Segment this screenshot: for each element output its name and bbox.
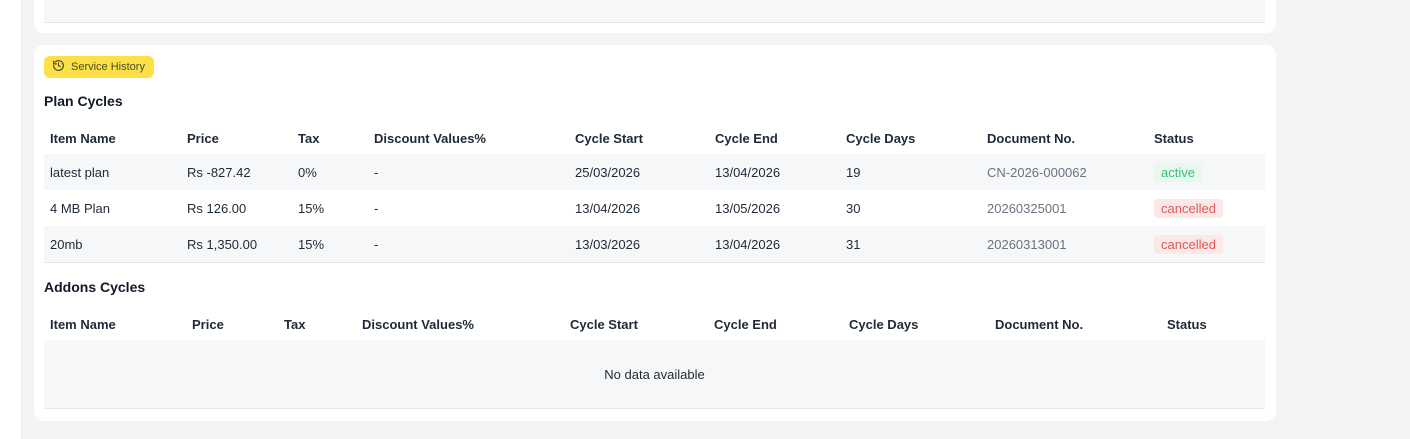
status-badge: active [1154,162,1202,182]
col-discount[interactable]: Discount Values% [368,123,569,154]
col-discount[interactable]: Discount Values% [356,309,564,340]
col-price[interactable]: Price [181,123,292,154]
no-data-message: No data available [44,340,1265,409]
cycle-start: 25/03/2026 [569,154,709,190]
table-row[interactable]: latest plan Rs -827.42 0% - 25/03/2026 1… [44,154,1265,190]
col-document-no[interactable]: Document No. [989,309,1161,340]
col-status[interactable]: Status [1148,123,1265,154]
col-tax[interactable]: Tax [278,309,356,340]
cycle-start: 13/03/2026 [569,226,709,263]
cycle-end: 13/04/2026 [709,226,840,263]
cycle-days: 19 [840,154,981,190]
history-icon [52,59,65,75]
document-no: CN-2026-000062 [981,154,1148,190]
col-document-no[interactable]: Document No. [981,123,1148,154]
item-name: 20mb [44,226,181,263]
status-badge: cancelled [1154,234,1223,254]
addons-cycles-header-row: Item Name Price Tax Discount Values% Cyc… [44,309,1265,340]
col-cycle-days[interactable]: Cycle Days [843,309,989,340]
document-no: 20260325001 [987,200,1067,216]
col-tax[interactable]: Tax [292,123,368,154]
cycle-days: 30 [846,200,861,216]
service-history-badge-label: Service History [71,61,145,73]
col-cycle-start[interactable]: Cycle Start [569,123,709,154]
status-cell: active [1148,154,1265,190]
addons-cycles-title: Addons Cycles [44,279,146,295]
col-status[interactable]: Status [1161,309,1265,340]
status-cell: cancelled [1148,190,1265,226]
cycle-start: 13/04/2026 [575,200,641,216]
col-cycle-end[interactable]: Cycle End [709,123,840,154]
plan-cycles-title: Plan Cycles [44,93,123,109]
col-cycle-end[interactable]: Cycle End [708,309,843,340]
empty-row: No data available [44,340,1265,409]
document-no: 20260313001 [981,226,1148,263]
previous-section-card [34,0,1276,33]
item-name: latest plan [44,154,181,190]
discount: - [368,226,569,263]
plan-cycles-table: Item Name Price Tax Discount Values% Cyc… [44,123,1265,263]
col-item-name[interactable]: Item Name [44,123,181,154]
table-row[interactable]: 20mb Rs 1,350.00 15% - 13/03/2026 13/04/… [44,226,1265,263]
table-row[interactable]: 4 MB Plan Rs 126.00 15% - 13/04/2026 13/… [44,190,1265,226]
price: Rs -827.42 [181,154,292,190]
cycle-days: 31 [840,226,981,263]
cycle-end: 13/04/2026 [709,154,840,190]
service-history-badge: Service History [44,56,154,78]
addons-cycles-table: Item Name Price Tax Discount Values% Cyc… [44,309,1265,409]
discount: - [374,200,379,216]
col-price[interactable]: Price [186,309,278,340]
tax: 15% [292,226,368,263]
tax: 0% [292,154,368,190]
item-name: 4 MB Plan [50,200,110,216]
col-cycle-days[interactable]: Cycle Days [840,123,981,154]
cycle-end: 13/05/2026 [715,200,781,216]
status-cell: cancelled [1148,226,1265,263]
left-rail [0,0,22,439]
discount: - [368,154,569,190]
service-history-card: Service History Plan Cycles Item Name Pr… [34,45,1276,421]
price: Rs 1,350.00 [181,226,292,263]
plan-cycles-header-row: Item Name Price Tax Discount Values% Cyc… [44,123,1265,154]
tax: 15% [298,200,325,216]
col-cycle-start[interactable]: Cycle Start [564,309,708,340]
previous-table-footer [44,0,1265,23]
price: Rs 126.00 [187,200,247,216]
status-badge: cancelled [1154,198,1223,218]
col-item-name[interactable]: Item Name [44,309,186,340]
